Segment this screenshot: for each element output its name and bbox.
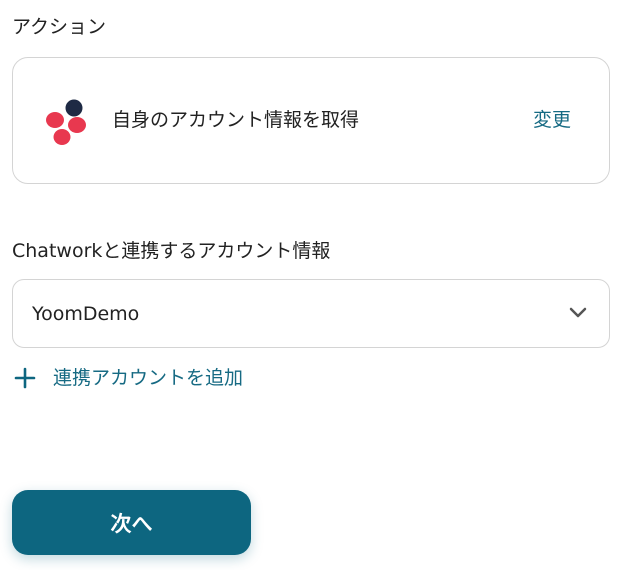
add-account-link[interactable]: 連携アカウントを追加 bbox=[14, 364, 243, 392]
next-button[interactable]: 次へ bbox=[12, 490, 251, 555]
account-section-label: Chatworkと連携するアカウント情報 bbox=[12, 240, 331, 262]
action-card: 自身のアカウント情報を取得 変更 bbox=[12, 57, 610, 184]
change-action-link[interactable]: 変更 bbox=[533, 107, 571, 133]
chatwork-logo-icon bbox=[46, 99, 86, 145]
action-section-label: アクション bbox=[12, 16, 107, 38]
chevron-down-icon bbox=[569, 307, 587, 318]
account-select[interactable]: YoomDemo bbox=[12, 279, 610, 348]
plus-icon bbox=[14, 367, 36, 389]
add-account-label: 連携アカウントを追加 bbox=[53, 367, 244, 389]
action-name: 自身のアカウント情報を取得 bbox=[112, 109, 360, 131]
account-select-value: YoomDemo bbox=[32, 303, 140, 325]
